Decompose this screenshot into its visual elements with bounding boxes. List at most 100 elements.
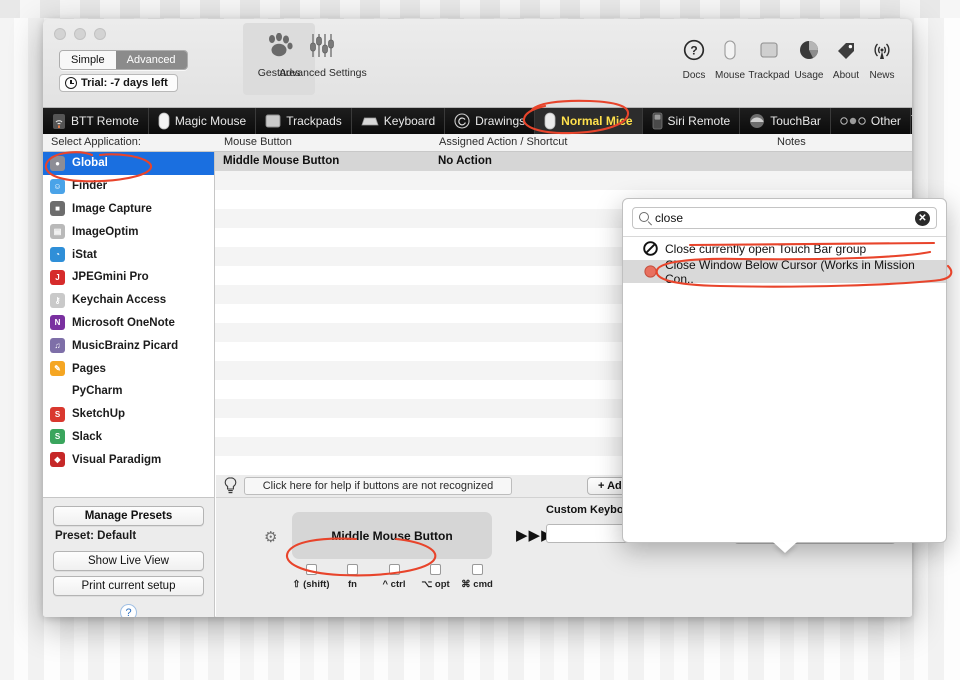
sidebar-item-jpegmini-pro[interactable]: J JPEGmini Pro [43,266,214,289]
device-tab-siri-remote-label: Siri Remote [667,114,731,128]
modifier-shift-label: ⇧ (shift) [292,579,330,590]
popup-search-area: close ✕ [623,199,946,236]
toolbar-mouse-button[interactable]: Mouse [709,39,751,81]
sidebar-item-musicbrainz-picard[interactable]: ♫ MusicBrainz Picard [43,334,214,357]
toolbar-usage-button[interactable]: Usage [788,39,830,81]
preset-label: Preset: Default [55,530,137,542]
modifier-opt-checkbox[interactable] [430,564,441,575]
pie-chart-icon [800,41,818,59]
action-search-popup: close ✕ Close currently open Touch Bar g… [622,198,947,553]
modifier-fn-label: fn [348,579,357,590]
table-row[interactable]: Middle Mouse Button No Action [215,152,912,171]
sidebar-item-finder[interactable]: ☺ Finder [43,175,214,198]
modifier-ctrl-checkbox[interactable] [388,564,400,575]
sidebar-item-pages[interactable]: ✎ Pages [43,357,214,380]
action-search-input[interactable]: close ✕ [632,207,937,229]
table-row-empty[interactable] [215,171,912,190]
sidebar-item-image-capture[interactable]: ■ Image Capture [43,198,214,221]
mode-segment-advanced[interactable]: Advanced [115,51,187,69]
modifier-cmd-checkbox[interactable] [471,564,483,575]
sidebar-item-label: Microsoft OneNote [72,316,175,329]
mouse-icon [544,112,556,130]
device-tab-normal-mice-label: Normal Mice [561,114,633,128]
column-header-assigned-action[interactable]: Assigned Action / Shortcut [431,134,769,151]
sidebar-item-microsoft-onenote[interactable]: N Microsoft OneNote [43,312,214,335]
device-tab-siri-remote[interactable]: Siri Remote [643,108,741,134]
zoom-window-button[interactable] [94,28,106,40]
toolbar-trackpad-button[interactable]: Trackpad [748,39,790,81]
device-tab-magic-mouse[interactable]: Magic Mouse [149,108,257,134]
mouse-icon [724,40,736,60]
device-tab-other-label: Other [870,114,901,128]
sidebar-item-global[interactable]: ● Global [43,152,214,175]
tag-icon [838,43,854,59]
toolbar-usage-label: Usage [794,70,824,81]
tab-advanced-settings[interactable]: Advanced Settings [273,23,373,79]
mode-segmented-control[interactable]: Simple Advanced [59,50,188,70]
manage-presets-button[interactable]: Manage Presets [53,506,204,526]
sidebar-item-pycharm[interactable]: PyCharm [43,380,214,403]
table-cell-assigned-action: No Action [438,155,492,167]
modifier-shift[interactable]: ⇧ (shift) [292,564,330,590]
chevron-down-icon[interactable] [910,114,912,128]
modifier-cmd-label: ⌘ cmd [461,579,493,590]
broadcast-icon [874,43,890,59]
column-header-notes[interactable]: Notes [769,134,912,151]
device-tab-keyboard[interactable]: Keyboard [352,108,446,134]
sidebar-item-sketchup[interactable]: S SketchUp [43,403,214,426]
keyboard-icon [361,117,379,126]
search-icon [639,212,649,222]
sidebar-item-visual-paradigm[interactable]: ◆ Visual Paradigm [43,448,214,471]
device-tab-drawings-label: Drawings [475,114,526,128]
trackpad-icon [265,114,281,128]
popup-pointer-tip [773,542,797,553]
sidebar-item-slack[interactable]: S Slack [43,426,214,449]
modifier-shift-checkbox[interactable] [305,564,317,575]
gear-icon[interactable]: ⚙ [264,528,277,546]
device-tab-touchbar[interactable]: TouchBar [740,108,831,134]
hint-text-button[interactable]: Click here for help if buttons are not r… [244,477,512,495]
device-tab-normal-mice[interactable]: Normal Mice [535,108,643,134]
modifier-ctrl[interactable]: ^ ctrl [375,564,413,590]
sidebar-item-imageoptim[interactable]: ▤ ImageOptim [43,220,214,243]
device-tab-trackpads[interactable]: Trackpads [256,108,352,134]
magic-mouse-icon [158,112,170,130]
sliders-icon [309,34,334,57]
clear-icon[interactable]: ✕ [915,211,930,226]
trigger-button-display[interactable]: Middle Mouse Button [292,512,492,559]
app-icon: ▤ [50,224,65,240]
device-tab-bar: BTT Remote Magic Mouse Trackpads Keyboar… [43,108,912,134]
modifier-row: ⇧ (shift) fn ^ ctrl ⌥ opt ⌘ cmd [292,564,496,590]
close-window-button[interactable] [54,28,66,40]
print-current-setup-button[interactable]: Print current setup [53,576,204,596]
traffic-lights [54,28,106,40]
toolbar-news-button[interactable]: News [861,39,903,81]
sidebar-item-label: Image Capture [72,202,152,215]
red-circle-icon [644,265,657,278]
modifier-opt[interactable]: ⌥ opt [417,564,455,590]
action-search-results: Close currently open Touch Bar group Clo… [623,236,946,286]
sidebar-item-istat[interactable]: ◔ iStat [43,243,214,266]
touchbar-icon [750,114,765,128]
modifier-fn-checkbox[interactable] [347,564,358,575]
sidebar-item-label: JPEGmini Pro [72,271,149,284]
show-live-view-button[interactable]: Show Live View [53,551,204,571]
desktop-backdrop-top [0,0,960,18]
device-tab-other[interactable]: Other [831,108,911,134]
mode-segment-simple[interactable]: Simple [60,51,116,69]
search-result-close-window-below-cursor[interactable]: Close Window Below Cursor (Works in Miss… [623,258,946,286]
sidebar-item-label: iStat [72,248,97,261]
trial-badge[interactable]: Trial: -7 days left [59,74,178,92]
device-tab-btt-remote[interactable]: BTT Remote [43,108,149,134]
column-header-mouse-button[interactable]: Mouse Button [216,134,431,151]
window-toolbar: Simple Advanced Trial: -7 days left Gest… [43,19,912,108]
sidebar-item-keychain-access[interactable]: ⚷ Keychain Access [43,289,214,312]
device-tab-drawings[interactable]: Drawings [445,108,536,134]
app-icon: ♫ [50,338,65,354]
minimize-window-button[interactable] [74,28,86,40]
app-icon: S [50,406,65,422]
modifier-fn[interactable]: fn [334,564,372,590]
modifier-cmd[interactable]: ⌘ cmd [458,564,496,590]
sidebar-item-label: ImageOptim [72,225,139,238]
help-button[interactable]: ? [120,604,137,617]
